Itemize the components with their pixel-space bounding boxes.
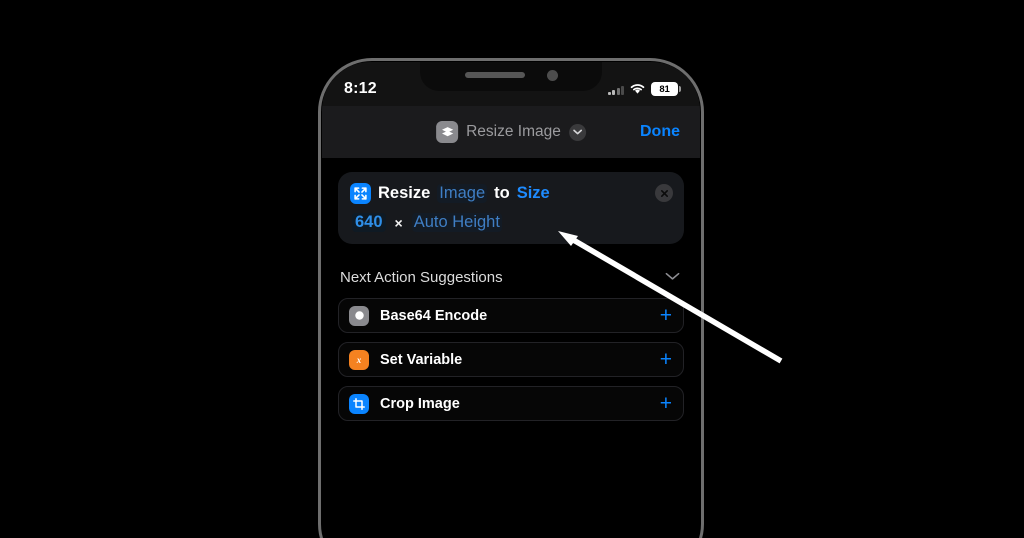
cellular-bars-icon — [607, 84, 624, 95]
wifi-icon — [629, 83, 646, 95]
list-item[interactable]: Crop Image + — [338, 386, 684, 421]
battery-level-label: 81 — [659, 83, 670, 95]
action-token-size-mode[interactable]: Size — [517, 184, 550, 203]
resize-image-action-card[interactable]: Resize Image to Size 640 × Auto Height — [338, 172, 684, 244]
base64-encode-icon — [349, 305, 369, 326]
resize-expand-icon — [350, 183, 371, 204]
dimension-separator: × — [394, 214, 403, 231]
action-token-resize: Resize — [378, 184, 431, 202]
front-camera-icon — [546, 69, 558, 81]
screenshot-stage: 8:12 81 Resize Image Done Resize Image t… — [0, 0, 1024, 538]
list-item-label: Crop Image — [380, 395, 460, 412]
clear-circle-x-icon[interactable] — [655, 184, 673, 202]
action-line-1: Resize Image to Size — [350, 183, 670, 204]
action-token-image-variable[interactable]: Image — [437, 184, 488, 203]
crop-image-icon — [349, 393, 369, 414]
battery-icon: 81 — [651, 82, 681, 96]
plus-icon[interactable]: + — [660, 393, 672, 414]
set-variable-icon: x — [349, 349, 369, 370]
action-line-2: 640 × Auto Height — [350, 213, 670, 232]
plus-icon[interactable]: + — [660, 349, 672, 370]
list-item-label: Base64 Encode — [380, 307, 488, 324]
suggestion-list: Base64 Encode + x Set Variable + Crop Im… — [338, 298, 684, 421]
phone-screen: 8:12 81 Resize Image Done Resize Image t… — [322, 62, 700, 538]
height-value[interactable]: Auto Height — [411, 213, 502, 232]
list-item[interactable]: x Set Variable + — [338, 342, 684, 377]
plus-icon[interactable]: + — [660, 305, 672, 326]
stacked-layers-icon — [436, 121, 459, 143]
chevron-down-icon[interactable] — [665, 268, 680, 286]
chevron-down-icon[interactable] — [568, 123, 586, 141]
width-value[interactable]: 640 — [352, 213, 386, 232]
list-item-label: Set Variable — [380, 351, 463, 368]
earpiece-speaker-icon — [464, 72, 525, 78]
next-action-suggestions-header[interactable]: Next Action Suggestions — [338, 268, 684, 286]
nav-title-group[interactable]: Resize Image — [436, 121, 586, 143]
page-title: Resize Image — [466, 123, 561, 140]
list-item[interactable]: Base64 Encode + — [338, 298, 684, 333]
svg-text:x: x — [356, 355, 362, 365]
suggestions-title: Next Action Suggestions — [340, 268, 503, 286]
status-indicators: 81 — [607, 82, 681, 96]
device-notch — [420, 62, 602, 91]
shortcut-editor-body: Resize Image to Size 640 × Auto Height N… — [322, 158, 700, 538]
navigation-bar: Resize Image Done — [322, 106, 700, 158]
action-token-to: to — [494, 184, 510, 202]
status-time: 8:12 — [344, 79, 377, 97]
done-button[interactable]: Done — [640, 123, 680, 141]
